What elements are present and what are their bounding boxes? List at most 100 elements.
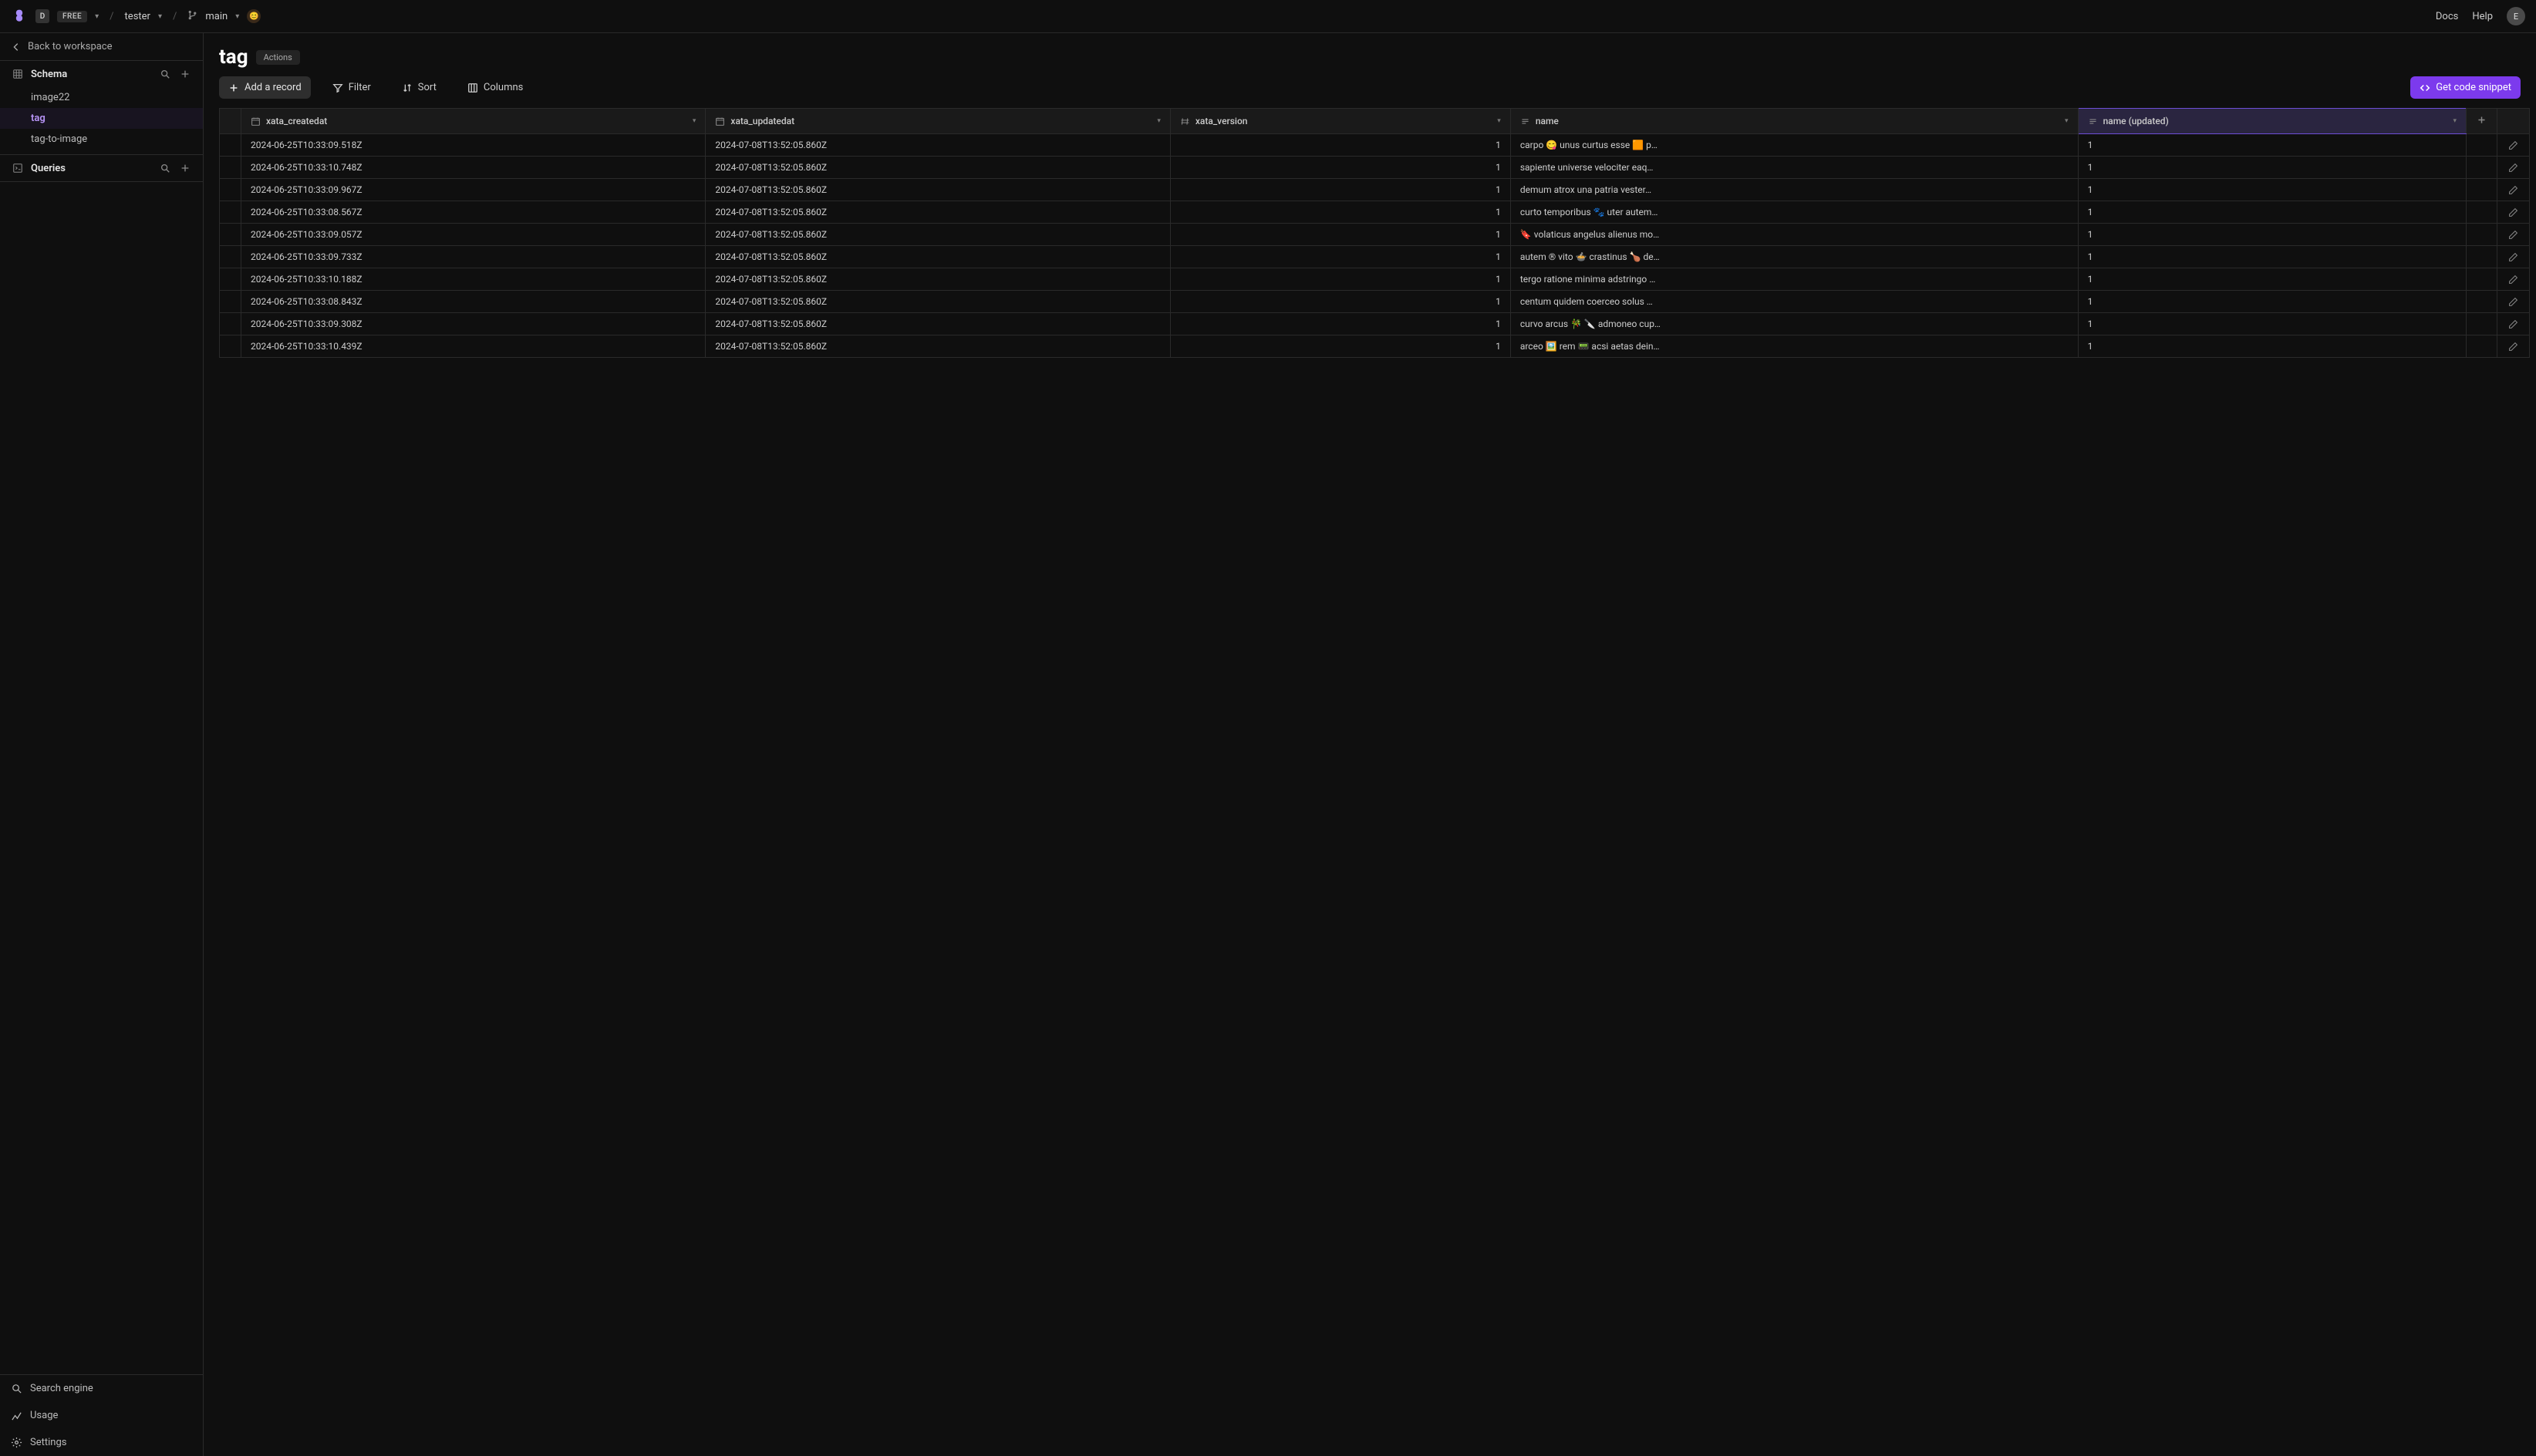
cell-created[interactable]: 2024-06-25T10:33:09.733Z: [241, 246, 706, 268]
cell-updated[interactable]: 2024-07-08T13:52:05.860Z: [706, 291, 1170, 313]
column-header-name_updated[interactable]: name (updated)▾: [2078, 109, 2466, 134]
cell-created[interactable]: 2024-06-25T10:33:10.748Z: [241, 157, 706, 179]
branch-name[interactable]: main: [205, 11, 228, 22]
queries-search-button[interactable]: [158, 161, 172, 175]
table-row[interactable]: 2024-06-25T10:33:09.733Z2024-07-08T13:52…: [220, 246, 2530, 268]
table-row[interactable]: 2024-06-25T10:33:09.967Z2024-07-08T13:52…: [220, 179, 2530, 201]
sidebar-usage[interactable]: Usage: [0, 1402, 203, 1429]
table-row[interactable]: 2024-06-25T10:33:09.308Z2024-07-08T13:52…: [220, 313, 2530, 335]
edit-row-button[interactable]: [2507, 230, 2520, 240]
sort-button[interactable]: Sort: [393, 76, 446, 99]
schema-add-button[interactable]: [178, 67, 192, 81]
cell-name[interactable]: curvo arcus 🎋 🔪 admoneo cup…: [1510, 313, 2078, 335]
chevron-down-icon[interactable]: ▾: [1497, 117, 1501, 125]
cell-name[interactable]: sapiente universe velociter eaq…: [1510, 157, 2078, 179]
table-row[interactable]: 2024-06-25T10:33:10.748Z2024-07-08T13:52…: [220, 157, 2530, 179]
sidebar-table-item[interactable]: tag-to-image: [0, 129, 203, 150]
cell-name[interactable]: 🔖 volaticus angelus alienus mo…: [1510, 224, 2078, 246]
chevron-down-icon[interactable]: ▾: [693, 117, 696, 125]
edit-row-button[interactable]: [2507, 185, 2520, 195]
cell-updated[interactable]: 2024-07-08T13:52:05.860Z: [706, 313, 1170, 335]
table-row[interactable]: 2024-06-25T10:33:08.843Z2024-07-08T13:52…: [220, 291, 2530, 313]
sidebar-settings[interactable]: Settings: [0, 1429, 203, 1456]
cell-name[interactable]: carpo 😋 unus curtus esse 🟧 p…: [1510, 134, 2078, 157]
cell-version[interactable]: 1: [1170, 246, 1510, 268]
database-dropdown[interactable]: ▾: [158, 12, 162, 21]
cell-name-updated[interactable]: 1: [2078, 291, 2466, 313]
cell-created[interactable]: 2024-06-25T10:33:09.967Z: [241, 179, 706, 201]
cell-updated[interactable]: 2024-07-08T13:52:05.860Z: [706, 335, 1170, 358]
column-header-xata_version[interactable]: xata_version▾: [1170, 109, 1510, 134]
cell-name[interactable]: centum quidem coerceo solus …: [1510, 291, 2078, 313]
get-code-snippet-button[interactable]: Get code snippet: [2410, 76, 2521, 99]
help-link[interactable]: Help: [2472, 11, 2493, 22]
cell-name-updated[interactable]: 1: [2078, 246, 2466, 268]
cell-name[interactable]: curto temporibus 🐾 uter autem…: [1510, 201, 2078, 224]
cell-created[interactable]: 2024-06-25T10:33:08.843Z: [241, 291, 706, 313]
edit-row-button[interactable]: [2507, 207, 2520, 217]
cell-updated[interactable]: 2024-07-08T13:52:05.860Z: [706, 179, 1170, 201]
cell-name-updated[interactable]: 1: [2078, 313, 2466, 335]
chevron-down-icon[interactable]: ▾: [2453, 117, 2457, 125]
edit-row-button[interactable]: [2507, 140, 2520, 150]
cell-updated[interactable]: 2024-07-08T13:52:05.860Z: [706, 268, 1170, 291]
cell-version[interactable]: 1: [1170, 179, 1510, 201]
queries-add-button[interactable]: [178, 161, 192, 175]
edit-row-button[interactable]: [2507, 252, 2520, 262]
cell-name-updated[interactable]: 1: [2078, 134, 2466, 157]
table-row[interactable]: 2024-06-25T10:33:10.188Z2024-07-08T13:52…: [220, 268, 2530, 291]
actions-button[interactable]: Actions: [256, 50, 300, 65]
cell-version[interactable]: 1: [1170, 335, 1510, 358]
edit-row-button[interactable]: [2507, 342, 2520, 352]
cell-name[interactable]: tergo ratione minima adstringo …: [1510, 268, 2078, 291]
table-row[interactable]: 2024-06-25T10:33:09.057Z2024-07-08T13:52…: [220, 224, 2530, 246]
table-row[interactable]: 2024-06-25T10:33:09.518Z2024-07-08T13:52…: [220, 134, 2530, 157]
cell-created[interactable]: 2024-06-25T10:33:10.188Z: [241, 268, 706, 291]
schema-search-button[interactable]: [158, 67, 172, 81]
edit-row-button[interactable]: [2507, 275, 2520, 285]
sidebar-table-item[interactable]: image22: [0, 87, 203, 108]
schema-section-header[interactable]: Schema: [0, 61, 203, 87]
chevron-down-icon[interactable]: ▾: [1157, 117, 1161, 125]
cell-name-updated[interactable]: 1: [2078, 224, 2466, 246]
cell-version[interactable]: 1: [1170, 224, 1510, 246]
table-row[interactable]: 2024-06-25T10:33:10.439Z2024-07-08T13:52…: [220, 335, 2530, 358]
cell-updated[interactable]: 2024-07-08T13:52:05.860Z: [706, 201, 1170, 224]
cell-name[interactable]: autem ® vito 🍲 crastinus 🍗 de…: [1510, 246, 2078, 268]
column-header-xata_updatedat[interactable]: xata_updatedat▾: [706, 109, 1170, 134]
docs-link[interactable]: Docs: [2436, 11, 2458, 22]
filter-button[interactable]: Filter: [323, 76, 380, 99]
back-to-workspace[interactable]: Back to workspace: [0, 33, 203, 61]
edit-row-button[interactable]: [2507, 319, 2520, 329]
chevron-down-icon[interactable]: ▾: [2065, 117, 2069, 125]
cell-created[interactable]: 2024-06-25T10:33:09.308Z: [241, 313, 706, 335]
cell-created[interactable]: 2024-06-25T10:33:08.567Z: [241, 201, 706, 224]
cell-name-updated[interactable]: 1: [2078, 157, 2466, 179]
cell-name[interactable]: arceo 🖼️ rem 📟 acsi aetas dein…: [1510, 335, 2078, 358]
sidebar-table-item[interactable]: tag: [0, 108, 203, 129]
cell-updated[interactable]: 2024-07-08T13:52:05.860Z: [706, 157, 1170, 179]
sidebar-search-engine[interactable]: Search engine: [0, 1375, 203, 1402]
add-column-button[interactable]: [2467, 109, 2497, 134]
cell-version[interactable]: 1: [1170, 313, 1510, 335]
table-row[interactable]: 2024-06-25T10:33:08.567Z2024-07-08T13:52…: [220, 201, 2530, 224]
cell-updated[interactable]: 2024-07-08T13:52:05.860Z: [706, 134, 1170, 157]
columns-button[interactable]: Columns: [458, 76, 533, 99]
cell-version[interactable]: 1: [1170, 157, 1510, 179]
edit-row-button[interactable]: [2507, 163, 2520, 173]
edit-row-button[interactable]: [2507, 297, 2520, 307]
cell-created[interactable]: 2024-06-25T10:33:09.518Z: [241, 134, 706, 157]
column-header-name[interactable]: name▾: [1510, 109, 2078, 134]
cell-name-updated[interactable]: 1: [2078, 335, 2466, 358]
cell-name[interactable]: demum atrox una patria vester…: [1510, 179, 2078, 201]
app-logo[interactable]: [11, 8, 28, 25]
cell-name-updated[interactable]: 1: [2078, 268, 2466, 291]
cell-updated[interactable]: 2024-07-08T13:52:05.860Z: [706, 246, 1170, 268]
cell-name-updated[interactable]: 1: [2078, 201, 2466, 224]
branch-dropdown[interactable]: ▾: [235, 12, 239, 21]
cell-version[interactable]: 1: [1170, 268, 1510, 291]
cell-created[interactable]: 2024-06-25T10:33:10.439Z: [241, 335, 706, 358]
cell-version[interactable]: 1: [1170, 134, 1510, 157]
cell-created[interactable]: 2024-06-25T10:33:09.057Z: [241, 224, 706, 246]
cell-updated[interactable]: 2024-07-08T13:52:05.860Z: [706, 224, 1170, 246]
